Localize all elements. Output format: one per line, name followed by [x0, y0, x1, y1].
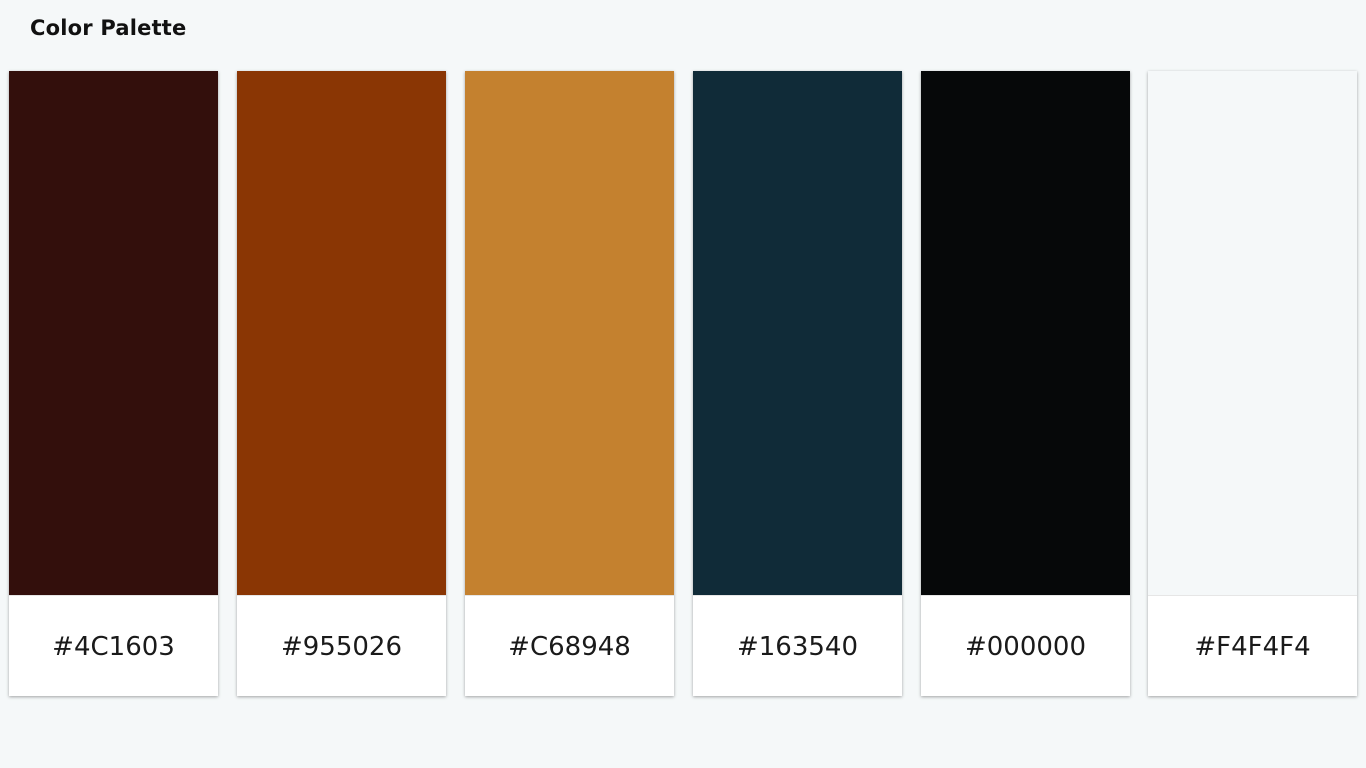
color-swatch — [237, 71, 446, 595]
color-swatch — [693, 71, 902, 595]
color-card[interactable]: #F4F4F4 — [1148, 71, 1357, 696]
color-swatch — [1148, 71, 1357, 595]
color-card[interactable]: #955026 — [237, 71, 446, 696]
color-card[interactable]: #C68948 — [465, 71, 674, 696]
color-swatch — [9, 71, 218, 595]
color-hex-label: #163540 — [693, 595, 902, 696]
color-hex-label: #4C1603 — [9, 595, 218, 696]
color-card[interactable]: #4C1603 — [9, 71, 218, 696]
color-hex-label: #C68948 — [465, 595, 674, 696]
color-hex-label: #955026 — [237, 595, 446, 696]
color-card[interactable]: #000000 — [921, 71, 1130, 696]
color-swatch — [921, 71, 1130, 595]
palette-strip: #4C1603 #955026 #C68948 #163540 #000000 … — [9, 71, 1357, 696]
page-title: Color Palette — [30, 16, 187, 40]
color-hex-label: #F4F4F4 — [1148, 595, 1357, 696]
color-palette-page: Color Palette #4C1603 #955026 #C68948 #1… — [0, 0, 1366, 768]
color-swatch — [465, 71, 674, 595]
color-card[interactable]: #163540 — [693, 71, 902, 696]
color-hex-label: #000000 — [921, 595, 1130, 696]
